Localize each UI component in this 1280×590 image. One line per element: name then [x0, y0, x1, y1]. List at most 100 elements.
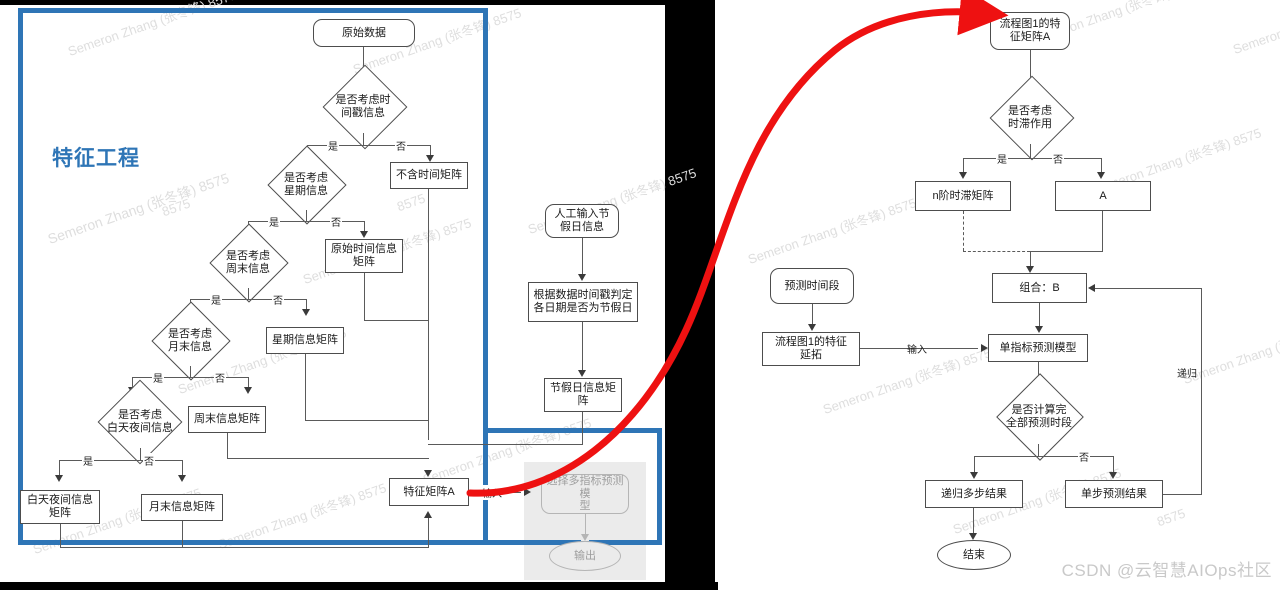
edge	[1038, 444, 1040, 456]
arrowhead	[969, 533, 977, 540]
arrowhead	[981, 344, 988, 352]
edge	[1095, 288, 1201, 290]
decision-label: 是否考虑时 间戳信息	[335, 94, 391, 119]
node-feature-matrix-a-ref: 流程图1的特 征矩阵A	[990, 12, 1070, 50]
decision-label: 是否考虑 周末信息	[226, 250, 270, 275]
edge	[1030, 144, 1032, 158]
arrowhead	[959, 172, 967, 179]
edge-label-input: 输入	[481, 485, 503, 500]
edge	[428, 444, 583, 446]
node-manual-holiday-input: 人工输入节 假日信息	[545, 204, 619, 238]
edge	[306, 210, 308, 221]
node-raw-time-matrix: 原始时间信息 矩阵	[325, 239, 403, 273]
edge	[59, 460, 183, 462]
edge-label-no: 否	[1078, 449, 1090, 464]
center-black-band	[665, 0, 715, 590]
arrowhead	[424, 470, 432, 477]
arrowhead	[424, 511, 432, 518]
arrowhead	[808, 324, 816, 331]
arrowhead	[178, 475, 186, 482]
arrowhead	[581, 534, 589, 541]
node-single-step-result: 单步预测结果	[1065, 480, 1163, 508]
edge-label-yes: 是	[268, 214, 280, 229]
node-day-night-matrix: 白天夜间信息 矩阵	[20, 490, 100, 524]
arrowhead	[1026, 266, 1034, 273]
flowchart-screenshot: Semeron Zhang (张冬锋) 8575 Semeron Zhang (…	[0, 0, 1280, 590]
edge	[364, 320, 429, 322]
decision-weekend: 是否考虑 周末信息	[195, 223, 301, 303]
arrowhead	[1088, 284, 1095, 292]
decision-weekday: 是否考虑 星期信息	[253, 145, 359, 225]
edge-label-input: 输入	[907, 345, 927, 356]
watermark: Semeron Zhang (张冬锋) 8575	[745, 195, 919, 268]
edge	[132, 377, 249, 379]
node-single-metric-model: 单指标预测模型	[988, 334, 1088, 362]
edge	[812, 304, 814, 326]
edge	[582, 412, 584, 444]
node-holiday-judge: 根据数据时间戳判定 各日期是否为节假日	[528, 282, 638, 322]
edge	[307, 145, 431, 147]
arrowhead	[244, 387, 252, 394]
decision-day-night: 是否考虑 白天夜间信息	[80, 379, 200, 465]
edge	[1102, 211, 1104, 251]
node-weekday-matrix: 星期信息矩阵	[266, 327, 344, 354]
edge-dashed	[963, 251, 1030, 252]
node-month-end-matrix: 月末信息矩阵	[141, 494, 223, 521]
edge	[305, 420, 429, 422]
arrowhead	[524, 488, 531, 496]
edge-dashed	[963, 211, 964, 251]
node-select-multi-model: 选择多指标预测模型	[541, 474, 629, 514]
arrowhead	[55, 475, 63, 482]
edge	[1030, 251, 1103, 253]
node-output: 输出	[549, 541, 621, 571]
arrowhead	[970, 472, 978, 479]
edge	[248, 221, 365, 223]
node-recursive-multistep-result: 递归多步结果	[925, 480, 1023, 508]
arrowhead	[302, 309, 310, 316]
edge	[582, 238, 584, 276]
edge	[182, 521, 184, 547]
edge	[1201, 288, 1203, 494]
arrowhead	[426, 155, 434, 162]
edge-label-no: 否	[330, 214, 342, 229]
edge-label-no: 否	[214, 370, 226, 385]
decision-label: 是否考虑 星期信息	[284, 172, 328, 197]
arrowhead	[1109, 472, 1117, 479]
edge	[428, 517, 430, 547]
decision-time-lag: 是否考虑 时滞作用	[975, 75, 1085, 161]
edge	[363, 133, 365, 145]
edge-label-yes: 是	[327, 138, 339, 153]
watermark: 8575	[1155, 505, 1188, 530]
edge	[973, 508, 975, 536]
edge	[60, 524, 62, 547]
node-no-time-matrix: 不含时间矩阵	[390, 162, 468, 189]
arrowhead	[1097, 172, 1105, 179]
node-combine-b: 组合：B	[992, 273, 1087, 303]
decision-timestamp: 是否考虑时 间戳信息	[307, 64, 419, 150]
arrowhead	[360, 231, 368, 238]
edge	[227, 458, 429, 460]
csdn-credit: CSDN @云智慧AIOps社区	[1061, 561, 1272, 580]
decision-month-end: 是否考虑 月末信息	[137, 301, 243, 381]
watermark: Semeron Zhang (张冬锋) 8575	[1230, 0, 1280, 58]
node-raw-data: 原始数据	[313, 19, 415, 47]
edge	[428, 189, 430, 440]
decision-label: 是否考虑 白天夜间信息	[107, 409, 173, 434]
edge	[1163, 494, 1202, 496]
edge-label-yes: 是	[210, 292, 222, 307]
edge-label-yes: 是	[82, 453, 94, 468]
edge-label-no: 否	[1052, 151, 1064, 166]
edge-label-recursion: 递归	[1177, 369, 1197, 380]
top-black-band	[0, 0, 665, 5]
edge	[585, 514, 587, 536]
edge-label-yes: 是	[152, 370, 164, 385]
edge-label-no: 否	[272, 292, 284, 307]
arrowhead	[578, 274, 586, 281]
edge-label-no: 否	[143, 453, 155, 468]
edge	[248, 288, 250, 299]
node-a: A	[1055, 181, 1151, 211]
decision-all-periods-done: 是否计算完 全部预测时段	[975, 373, 1103, 461]
edge	[190, 299, 307, 301]
node-feature-extension: 流程图1的特征 延拓	[762, 332, 860, 366]
edge	[60, 547, 429, 549]
